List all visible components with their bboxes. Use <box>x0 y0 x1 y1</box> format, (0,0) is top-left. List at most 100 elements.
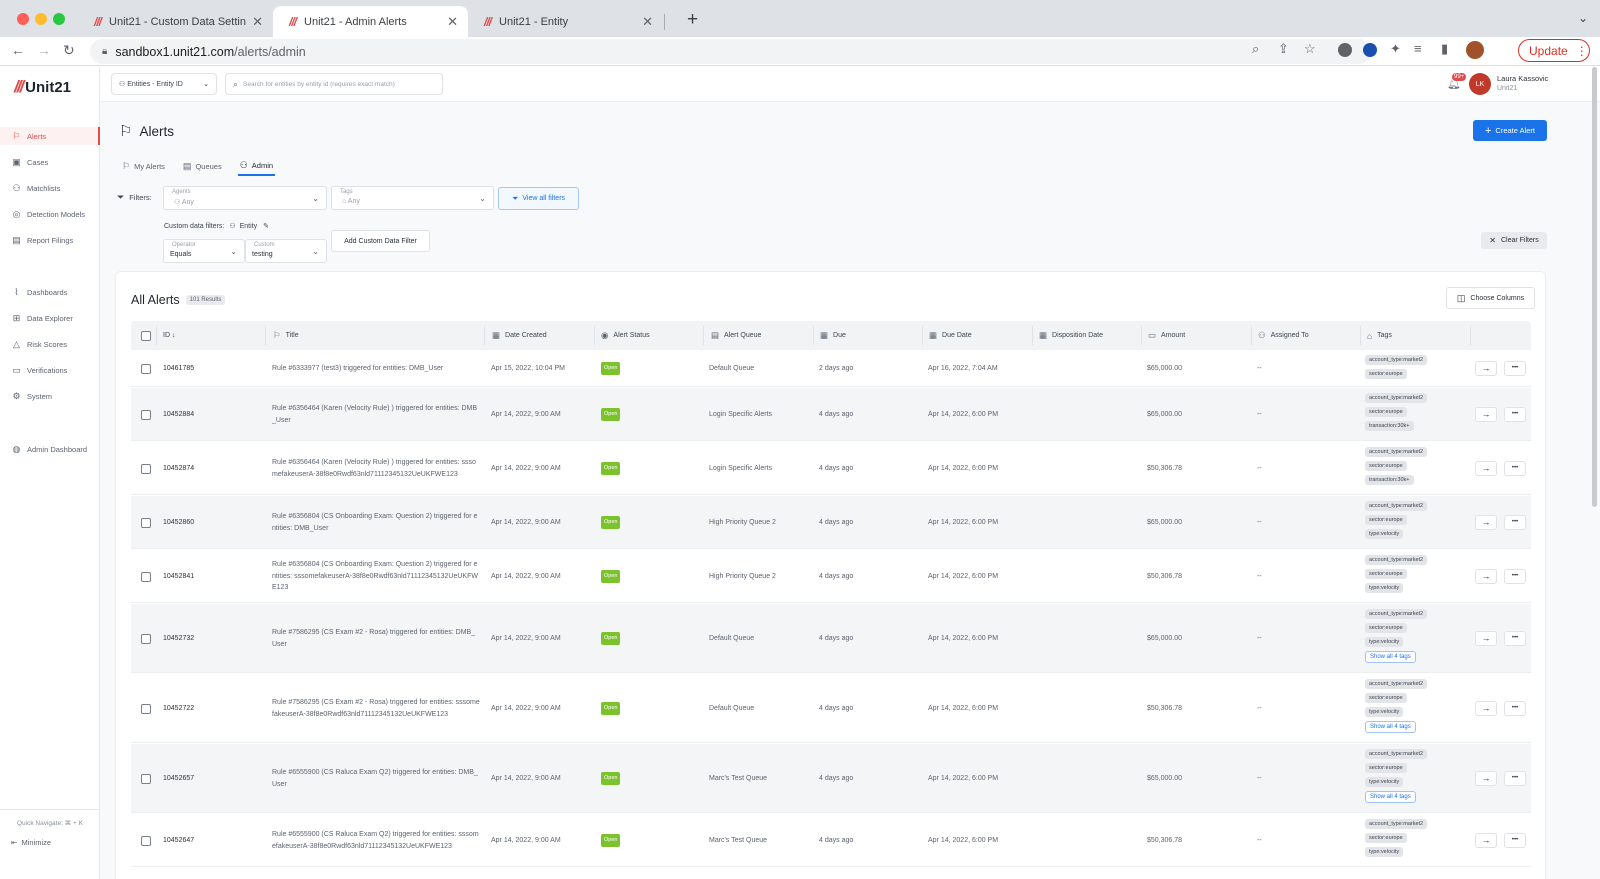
row-checkbox[interactable] <box>141 773 151 784</box>
open-alert-arrow-icon[interactable]: → <box>1475 770 1497 786</box>
tags-filter-select[interactable]: Tags ⌂ Any ⌄ <box>331 186 494 210</box>
column-header-alert-status[interactable]: ◉ Alert Status <box>601 321 650 350</box>
open-alert-arrow-icon[interactable]: → <box>1475 460 1497 476</box>
tab-my-alerts[interactable]: ⚐ My Alerts <box>120 156 167 176</box>
table-row[interactable]: 10452732 Rule #7586295 (CS Exam #2 - Rosa… <box>131 604 1531 673</box>
open-alert-arrow-icon[interactable]: → <box>1475 832 1497 848</box>
open-alert-arrow-icon[interactable]: → <box>1475 514 1497 530</box>
browser-tab-admin-alerts[interactable]: /// Unit21 - Admin Alerts ✕ <box>273 6 468 37</box>
profile-avatar-icon[interactable] <box>1466 41 1484 59</box>
choose-columns-button[interactable]: ◫ Choose Columns <box>1446 287 1535 309</box>
column-header-due[interactable]: ▦ Due <box>820 321 846 350</box>
table-row[interactable]: 10452647 Rule #6555900 (CS Raluca Exam Q2… <box>131 814 1531 867</box>
sidebar-item-alerts[interactable]: ⚐ Alerts <box>0 127 100 145</box>
column-header-date-created[interactable]: ▦ Date Created <box>492 321 547 350</box>
column-header-id[interactable]: ID ↓ <box>163 321 175 350</box>
show-all-tags-button[interactable]: Show all 4 tags <box>1365 790 1416 803</box>
forward-arrow-icon[interactable]: → <box>37 42 51 58</box>
agents-filter-select[interactable]: Agents ⚇ Any ⌄ <box>163 186 327 210</box>
new-tab-button[interactable]: + <box>687 9 698 31</box>
zoom-window-button[interactable] <box>53 13 65 25</box>
table-row[interactable]: 10461785 Rule #6333977 (test3) triggered … <box>131 350 1531 387</box>
column-header-due-date[interactable]: ▦ Due Date <box>929 321 972 350</box>
show-all-tags-button[interactable]: Show all 4 tags <box>1365 650 1416 663</box>
browser-update-button[interactable]: Update ⋮ <box>1518 39 1590 62</box>
custom-field-select[interactable]: Custom testing ⌄ <box>245 239 327 263</box>
operator-select[interactable]: Operator Equals ⌄ <box>163 239 245 263</box>
entity-search-input[interactable]: ⌕ Search for entities by entity id (requ… <box>225 73 443 95</box>
user-avatar[interactable]: LK <box>1469 73 1491 95</box>
more-actions-icon[interactable]: ••• <box>1504 460 1526 476</box>
column-header-disposition-date[interactable]: ▦ Disposition Date <box>1039 321 1103 350</box>
table-row[interactable]: 10452841 Rule #6356804 (CS Onboarding Exa… <box>131 550 1531 603</box>
sidebar-item-report-filings[interactable]: ▤ Report Filings <box>0 231 100 249</box>
browser-tab-custom-data-settings[interactable]: /// Unit21 - Custom Data Settings ✕ <box>78 6 273 37</box>
more-actions-icon[interactable]: ••• <box>1504 832 1526 848</box>
more-actions-icon[interactable]: ••• <box>1504 360 1526 376</box>
more-actions-icon[interactable]: ••• <box>1504 700 1526 716</box>
sidebar-item-admin-dashboard[interactable]: ◍ Admin Dashboard <box>0 440 100 458</box>
tab-admin[interactable]: ⚇ Admin <box>237 156 276 176</box>
more-actions-icon[interactable]: ••• <box>1504 630 1526 646</box>
sidebar-item-verifications[interactable]: ▭ Verifications <box>0 361 100 379</box>
extension-1-icon[interactable] <box>1338 43 1352 57</box>
page-scrollbar[interactable] <box>1592 67 1597 507</box>
column-header-amount[interactable]: ▭ Amount <box>1148 321 1185 350</box>
bookmark-star-icon[interactable]: ☆ <box>1304 41 1316 57</box>
row-checkbox[interactable] <box>141 409 151 420</box>
select-all-checkbox[interactable] <box>141 330 151 341</box>
open-alert-arrow-icon[interactable]: → <box>1475 360 1497 376</box>
browser-tab-entity[interactable]: /// Unit21 - Entity ✕ <box>468 6 663 37</box>
column-header-alert-queue[interactable]: ▤ Alert Queue <box>711 321 761 350</box>
tab-queues[interactable]: ▤ Queues <box>181 156 224 176</box>
sidebar-item-matchlists[interactable]: ⚇ Matchlists <box>0 179 100 197</box>
row-checkbox[interactable] <box>141 835 151 846</box>
row-checkbox[interactable] <box>141 571 151 582</box>
edit-pencil-icon[interactable]: ✎ <box>263 222 269 230</box>
share-icon[interactable]: ⇪ <box>1278 41 1289 57</box>
sidebar-item-data-explorer[interactable]: ⊞ Data Explorer <box>0 309 100 327</box>
show-all-tags-button[interactable]: Show all 4 tags <box>1365 720 1416 733</box>
table-row[interactable]: 10452874 Rule #6356464 (Karen (Velocity R… <box>131 442 1531 495</box>
minimize-window-button[interactable] <box>35 13 47 25</box>
zoom-search-icon[interactable]: ⌕ <box>1252 41 1259 57</box>
extensions-puzzle-icon[interactable]: ✦ <box>1390 41 1401 57</box>
view-all-filters-button[interactable]: ⏷ View all filters <box>498 187 579 210</box>
open-alert-arrow-icon[interactable]: → <box>1475 630 1497 646</box>
side-panel-icon[interactable]: ▮ <box>1441 41 1448 57</box>
row-checkbox[interactable] <box>141 517 151 528</box>
table-row[interactable]: 10452722 Rule #7586295 (CS Exam #2 - Rosa… <box>131 674 1531 743</box>
open-alert-arrow-icon[interactable]: → <box>1475 700 1497 716</box>
entity-type-select[interactable]: ⚇ Entities - Entity ID ⌄ <box>111 73 217 95</box>
extension-2-icon[interactable] <box>1363 43 1377 57</box>
unit21-logo[interactable]: /// Unit21 <box>14 77 71 97</box>
sidebar-item-dashboards[interactable]: ⌇ Dashboards <box>0 283 100 301</box>
close-tab-icon[interactable]: ✕ <box>447 14 458 30</box>
sidebar-item-risk-scores[interactable]: △ Risk Scores <box>0 335 100 353</box>
back-arrow-icon[interactable]: ← <box>11 42 25 58</box>
row-checkbox[interactable] <box>141 703 151 714</box>
sidebar-item-cases[interactable]: ▣ Cases <box>0 153 100 171</box>
sidebar-item-system[interactable]: ⚙ System <box>0 387 100 405</box>
column-header-tags[interactable]: ⌂ Tags <box>1367 321 1392 350</box>
table-row[interactable]: 10452657 Rule #6555900 (CS Raluca Exam Q2… <box>131 744 1531 813</box>
table-row[interactable]: 10452860 Rule #6356804 (CS Onboarding Exa… <box>131 496 1531 549</box>
add-custom-data-filter-button[interactable]: Add Custom Data Filter <box>331 230 430 252</box>
more-actions-icon[interactable]: ••• <box>1504 406 1526 422</box>
column-header-assigned-to[interactable]: ⚇ Assigned To <box>1258 321 1309 350</box>
create-alert-button[interactable]: + Create Alert <box>1473 120 1547 141</box>
sidebar-item-detection-models[interactable]: ◎ Detection Models <box>0 205 100 223</box>
more-actions-icon[interactable]: ••• <box>1504 770 1526 786</box>
reading-list-icon[interactable]: ≡ <box>1414 41 1422 56</box>
close-tab-icon[interactable]: ✕ <box>252 14 263 30</box>
row-checkbox[interactable] <box>141 463 151 474</box>
row-checkbox[interactable] <box>141 633 151 644</box>
minimize-sidebar-button[interactable]: ⇤ Minimize <box>11 838 51 847</box>
reload-icon[interactable]: ↻ <box>63 42 75 59</box>
more-actions-icon[interactable]: ••• <box>1504 514 1526 530</box>
close-tab-icon[interactable]: ✕ <box>642 14 653 30</box>
close-window-button[interactable] <box>17 13 29 25</box>
more-actions-icon[interactable]: ••• <box>1504 568 1526 584</box>
address-bar[interactable]: 🔒︎ sandbox1.unit21.com/alerts/admin <box>90 39 1371 64</box>
table-row[interactable]: 10452884 Rule #6356464 (Karen (Velocity R… <box>131 388 1531 441</box>
